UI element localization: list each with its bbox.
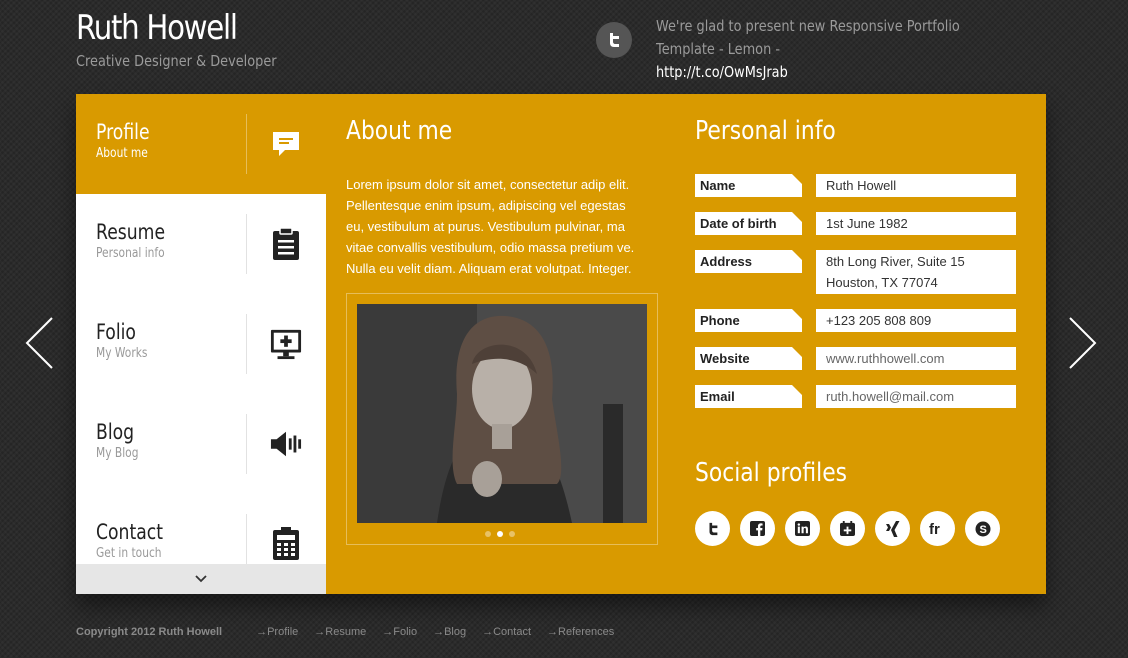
divider [246, 314, 247, 374]
footer-link-folio[interactable]: Folio [382, 626, 417, 638]
speaker-icon [270, 427, 302, 461]
nav-title: Profile [96, 120, 150, 144]
twitter-feed-icon[interactable] [596, 22, 632, 58]
nav-subtitle: My Blog [96, 446, 139, 461]
prev-arrow-icon[interactable] [24, 316, 54, 370]
site-title: Ruth Howell [76, 8, 238, 48]
personal-info-heading: Personal info [695, 116, 836, 146]
footer-link-references[interactable]: References [547, 626, 614, 638]
info-value: 1st June 1982 [816, 212, 1016, 235]
address-line-1: 8th Long River, Suite 15 [826, 254, 965, 269]
copyright: Copyright 2012 Ruth Howell [76, 626, 223, 638]
nav-title: Blog [96, 420, 135, 444]
slider-dots [485, 531, 515, 537]
tweet-link[interactable]: http://t.co/OwMsJrab [656, 61, 1000, 84]
info-label: Email [695, 385, 802, 408]
info-label: Name [695, 174, 802, 197]
social-links: fr S [695, 511, 1000, 546]
clipboard-icon [270, 227, 302, 261]
nav-subtitle: About me [96, 146, 148, 161]
slider-dot[interactable] [509, 531, 515, 537]
latest-tweet: We're glad to present new Responsive Por… [656, 15, 1000, 84]
next-arrow-icon[interactable] [1068, 316, 1098, 370]
sidebar-nav: Profile About me Resume Personal info Fo… [76, 94, 326, 594]
main-panel: Profile About me Resume Personal info Fo… [76, 94, 1046, 594]
footer-link-profile[interactable]: Profile [256, 626, 298, 638]
nav-subtitle: Personal info [96, 246, 165, 261]
email-link[interactable]: ruth.howell@mail.com [816, 385, 1016, 408]
chevron-down-icon [195, 575, 207, 583]
profile-photo [357, 304, 647, 523]
nav-subtitle: Get in touch [96, 546, 162, 561]
google-plus-icon[interactable] [830, 511, 865, 546]
sidebar-scroll-down[interactable] [76, 564, 326, 594]
photo-slider [346, 293, 658, 545]
website-link[interactable]: www.ruthhowell.com [816, 347, 1016, 370]
skype-icon[interactable]: S [965, 511, 1000, 546]
footer: Copyright 2012 Ruth Howell Profile Resum… [76, 626, 630, 638]
divider [246, 114, 247, 174]
sidebar-item-folio[interactable]: Folio My Works [76, 294, 326, 394]
info-label: Date of birth [695, 212, 802, 235]
friendfeed-icon[interactable]: fr [920, 511, 955, 546]
footer-link-contact[interactable]: Contact [482, 626, 531, 638]
social-profiles-heading: Social profiles [695, 458, 848, 488]
monitor-plus-icon [270, 327, 302, 361]
twitter-icon[interactable] [695, 511, 730, 546]
nav-title: Contact [96, 520, 163, 544]
divider [246, 214, 247, 274]
nav-title: Resume [96, 220, 166, 244]
info-label: Address [695, 250, 802, 273]
info-value: +123 205 808 809 [816, 309, 1016, 332]
linkedin-icon[interactable] [785, 511, 820, 546]
info-value: Ruth Howell [816, 174, 1016, 197]
slider-dot-active[interactable] [497, 531, 503, 537]
info-label: Phone [695, 309, 802, 332]
site-tagline: Creative Designer & Developer [76, 52, 277, 70]
nav-subtitle: My Works [96, 346, 148, 361]
footer-link-resume[interactable]: Resume [314, 626, 366, 638]
slider-dot[interactable] [485, 531, 491, 537]
address-line-2: Houston, TX 77074 [826, 275, 938, 290]
sidebar-item-profile[interactable]: Profile About me [76, 94, 326, 194]
footer-link-blog[interactable]: Blog [433, 626, 466, 638]
about-text: Lorem ipsum dolor sit amet, consectetur … [346, 177, 635, 276]
tweet-text: We're glad to present new Responsive Por… [656, 17, 960, 58]
nav-title: Folio [96, 320, 136, 344]
about-heading: About me [346, 116, 453, 146]
sidebar-item-resume[interactable]: Resume Personal info [76, 194, 326, 294]
calculator-icon [270, 527, 302, 561]
sidebar-item-blog[interactable]: Blog My Blog [76, 394, 326, 494]
info-label: Website [695, 347, 802, 370]
info-value: 8th Long River, Suite 15 Houston, TX 770… [816, 250, 1016, 294]
divider [246, 414, 247, 474]
facebook-icon[interactable] [740, 511, 775, 546]
xing-icon[interactable] [875, 511, 910, 546]
comment-icon [270, 127, 302, 161]
svg-text:fr: fr [929, 521, 940, 536]
svg-text:S: S [979, 524, 986, 536]
